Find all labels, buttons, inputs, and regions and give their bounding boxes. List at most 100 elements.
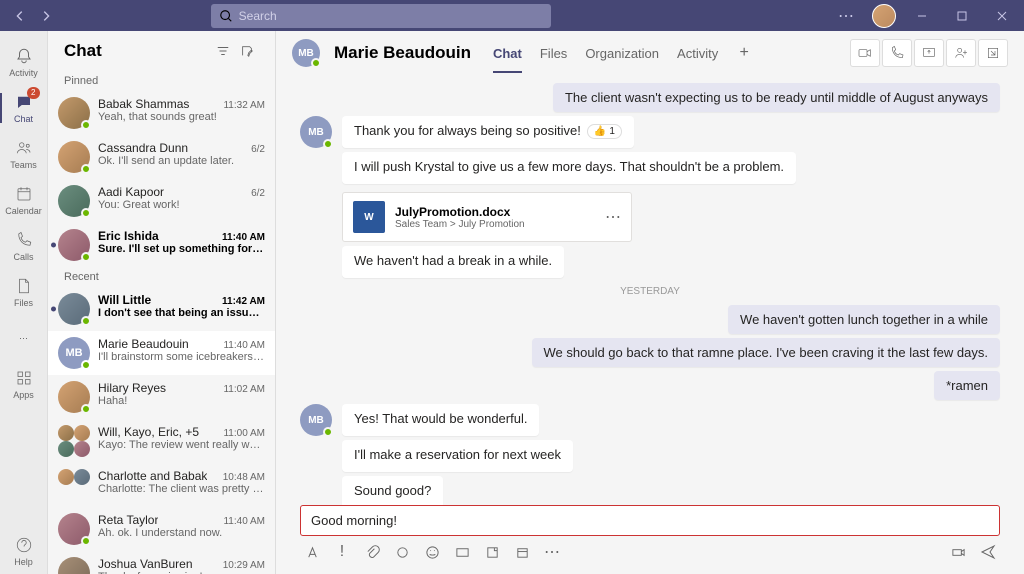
chat-item-time: 10:29 AM [223, 560, 265, 571]
chat-list-item[interactable]: MBMarie Beaudouin11:40 AMI'll brainstorm… [48, 331, 275, 375]
sender-avatar[interactable]: MB [300, 116, 332, 148]
more-icon[interactable]: ⋯ [832, 2, 860, 30]
chat-item-name: Cassandra Dunn [98, 141, 188, 155]
contact-avatar[interactable]: MB [292, 39, 320, 67]
search-input[interactable]: Search [211, 4, 551, 28]
more-compose-icon[interactable]: ⋯ [542, 542, 562, 562]
chat-item-time: 11:32 AM [223, 100, 265, 111]
rail-help[interactable]: Help [0, 528, 48, 574]
chat-item-time: 11:00 AM [223, 428, 265, 439]
emoji-icon[interactable] [422, 542, 442, 562]
add-tab-icon[interactable]: + [732, 41, 756, 65]
reaction-thumbs-up[interactable]: 👍 1 [587, 124, 622, 139]
filter-icon[interactable] [211, 39, 235, 63]
new-chat-icon[interactable] [235, 39, 259, 63]
gif-icon[interactable] [452, 542, 472, 562]
message-bubble[interactable]: *ramen [934, 371, 1000, 400]
section-pinned: Pinned [48, 71, 275, 91]
chat-list-item[interactable]: Hilary Reyes11:02 AMHaha! [48, 375, 275, 419]
loop-icon[interactable] [392, 542, 412, 562]
avatar [58, 557, 90, 574]
share-screen-button[interactable] [914, 39, 944, 67]
tab-activity[interactable]: Activity [677, 34, 718, 73]
sticker-icon[interactable] [482, 542, 502, 562]
file-attachment[interactable]: WJulyPromotion.docxSales Team > July Pro… [342, 192, 632, 242]
video-call-button[interactable] [850, 39, 880, 67]
popout-button[interactable] [978, 39, 1008, 67]
conversation-header: MB Marie Beaudouin Chat Files Organizati… [276, 31, 1024, 75]
message-bubble[interactable]: We haven't had a break in a while. [342, 246, 564, 278]
chat-item-preview: I don't see that being an issue. Can you… [98, 307, 265, 319]
chat-list-panel: Chat Pinned Babak Shammas11:32 AMYeah, t… [48, 31, 276, 574]
chat-list-item[interactable]: Will, Kayo, Eric, +511:00 AMKayo: The re… [48, 419, 275, 463]
chat-list-item[interactable]: Aadi Kapoor6/2You: Great work! [48, 179, 275, 223]
chat-item-preview: I'll brainstorm some icebreakers for our… [98, 351, 265, 363]
add-people-button[interactable] [946, 39, 976, 67]
chat-item-name: Hilary Reyes [98, 381, 166, 395]
chat-item-name: Aadi Kapoor [98, 185, 164, 199]
rail-activity[interactable]: Activity [0, 39, 48, 85]
chat-list-item[interactable]: Charlotte and Babak10:48 AMCharlotte: Th… [48, 463, 275, 507]
chat-list-item[interactable]: Eric Ishida11:40 AMSure. I'll set up som… [48, 223, 275, 267]
unread-indicator [51, 307, 56, 312]
message-bubble[interactable]: I will push Krystal to give us a few mor… [342, 152, 796, 184]
chat-badge: 2 [27, 87, 39, 99]
rail-teams[interactable]: Teams [0, 131, 48, 177]
message-bubble[interactable]: The client wasn't expecting us to be rea… [553, 83, 1000, 112]
chat-list-item[interactable]: Cassandra Dunn6/2Ok. I'll send an update… [48, 135, 275, 179]
rail-more[interactable]: ⋯ [0, 315, 48, 361]
window-maximize[interactable] [948, 2, 976, 30]
message-bubble[interactable]: Thank you for always being so positive!👍… [342, 116, 634, 148]
chat-item-time: 11:02 AM [223, 384, 265, 395]
chat-item-preview: Yeah, that sounds great! [98, 111, 265, 123]
sender-avatar[interactable]: MB [300, 404, 332, 436]
avatar [58, 97, 90, 129]
tab-organization[interactable]: Organization [585, 34, 659, 73]
chat-list-item[interactable]: Joshua VanBuren10:29 AMThanks for review… [48, 551, 275, 574]
chat-item-preview: Charlotte: The client was pretty happy w… [98, 483, 265, 495]
chat-item-name: Will, Kayo, Eric, +5 [98, 425, 199, 439]
audio-call-button[interactable] [882, 39, 912, 67]
window-minimize[interactable] [908, 2, 936, 30]
avatar [58, 425, 90, 457]
message-bubble[interactable]: I'll make a reservation for next week [342, 440, 573, 472]
composer: Good morning! ! ⋯ [300, 505, 1000, 568]
video-clip-icon[interactable] [948, 542, 968, 562]
avatar [58, 381, 90, 413]
chat-list-item[interactable]: Reta Taylor11:40 AMAh. ok. I understand … [48, 507, 275, 551]
message-bubble[interactable]: Sound good? [342, 476, 443, 505]
rail-apps[interactable]: Apps [0, 361, 48, 407]
rail-calendar[interactable]: Calendar [0, 177, 48, 223]
chat-item-time: 11:42 AM [222, 296, 265, 307]
nav-back[interactable] [8, 4, 32, 28]
nav-forward[interactable] [34, 4, 58, 28]
compose-input[interactable]: Good morning! [300, 505, 1000, 536]
tab-files[interactable]: Files [540, 34, 567, 73]
chat-item-time: 11:40 AM [223, 340, 265, 351]
rail-calls[interactable]: Calls [0, 223, 48, 269]
rail-files[interactable]: Files [0, 269, 48, 315]
format-icon[interactable] [302, 542, 322, 562]
section-recent: Recent [48, 267, 275, 287]
avatar [58, 513, 90, 545]
chat-list-item[interactable]: Will Little 11:42 AMI don't see that bein… [48, 287, 275, 331]
message-bubble[interactable]: We should go back to that ramne place. I… [532, 338, 1001, 367]
chat-list-item[interactable]: Babak Shammas11:32 AMYeah, that sounds g… [48, 91, 275, 135]
attach-icon[interactable] [362, 542, 382, 562]
message-bubble[interactable]: Yes! That would be wonderful. [342, 404, 539, 436]
tab-chat[interactable]: Chat [493, 34, 522, 73]
schedule-icon[interactable] [512, 542, 532, 562]
chat-item-time: 11:40 AM [222, 232, 265, 243]
message-bubble[interactable]: We haven't gotten lunch together in a wh… [728, 305, 1000, 334]
file-more-icon[interactable]: ⋯ [605, 207, 621, 227]
chat-item-time: 10:48 AM [223, 472, 265, 483]
chat-item-preview: Ah. ok. I understand now. [98, 527, 265, 539]
priority-icon[interactable]: ! [332, 542, 352, 562]
unread-indicator [51, 243, 56, 248]
rail-chat[interactable]: 2Chat [0, 85, 48, 131]
window-close[interactable] [988, 2, 1016, 30]
chat-item-name: Will Little [98, 293, 151, 307]
date-divider: YESTERDAY [300, 286, 1000, 297]
send-button[interactable] [978, 542, 998, 562]
current-user-avatar[interactable] [872, 4, 896, 28]
